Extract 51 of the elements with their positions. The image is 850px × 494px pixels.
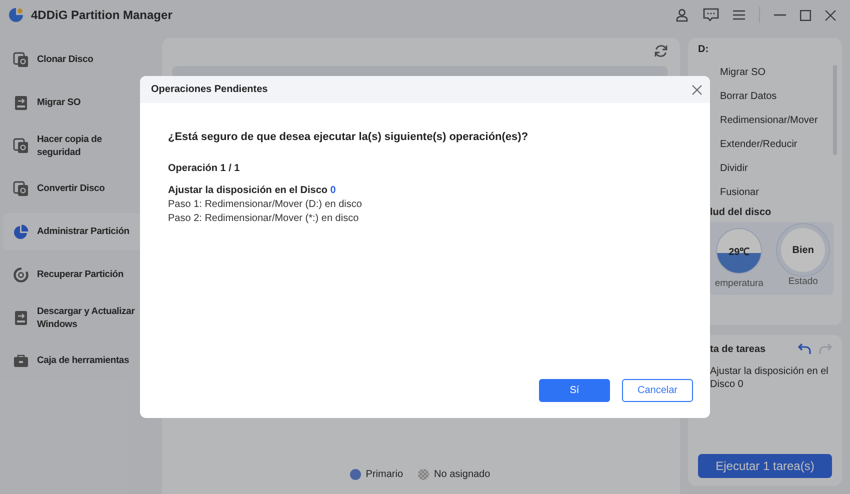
operation-heading: Ajustar la disposición en el Disco 0 bbox=[168, 184, 337, 198]
partition-action[interactable]: Extender/Reducir bbox=[710, 133, 834, 157]
close-icon[interactable] bbox=[692, 84, 702, 94]
partition-action[interactable]: Fusionar bbox=[710, 181, 834, 205]
partition-action[interactable]: Migrar SO bbox=[710, 61, 834, 85]
sidebar-item[interactable]: Caja de herramientas bbox=[3, 342, 160, 379]
app-title: 4DDiG Partition Manager bbox=[31, 8, 172, 22]
drive-icon bbox=[13, 94, 29, 110]
operation-count: Operación 1 / 1 bbox=[168, 163, 241, 174]
status-gauge: Bien bbox=[781, 228, 826, 272]
menu-icon[interactable] bbox=[733, 9, 745, 21]
legend-label: No asignado bbox=[434, 469, 490, 480]
operation-step: Paso 2: Redimensionar/Mover (*:) en disco bbox=[168, 212, 693, 226]
legend-label: Primario bbox=[366, 469, 404, 480]
partition-action[interactable]: Borrar Datos bbox=[710, 85, 834, 109]
sidebar-item[interactable]: Convertir Disco bbox=[3, 170, 160, 207]
chat-icon[interactable] bbox=[703, 8, 719, 22]
recovery-icon bbox=[13, 266, 29, 282]
gauge-label: emperatura bbox=[714, 278, 764, 289]
pie-chart-icon bbox=[13, 224, 29, 240]
task-item: Ajustar la disposición en el Disco 0 bbox=[710, 365, 830, 391]
cancel-button[interactable]: Cancelar bbox=[622, 379, 693, 402]
section-title: ta de tareas bbox=[710, 344, 767, 354]
disk-icon bbox=[13, 138, 29, 154]
partition-action[interactable]: Dividir bbox=[710, 157, 834, 181]
app-logo-icon bbox=[8, 7, 24, 23]
disk-icon bbox=[13, 180, 29, 196]
confirm-button[interactable]: Sí bbox=[539, 379, 610, 402]
temperature-gauge: 29℃ bbox=[716, 228, 762, 274]
unallocated-swatch-icon bbox=[418, 469, 430, 480]
undo-icon[interactable] bbox=[798, 343, 811, 355]
sidebar-item[interactable]: Hacer copia de seguridad bbox=[3, 127, 160, 164]
close-icon[interactable] bbox=[825, 10, 836, 20]
sidebar-item[interactable]: Recuperar Partición bbox=[3, 256, 160, 293]
refresh-icon[interactable] bbox=[654, 44, 668, 58]
sidebar-item[interactable]: Descargar y Actualizar Windows bbox=[3, 299, 160, 336]
toolbox-icon bbox=[13, 352, 29, 368]
gauge-label: Estado bbox=[788, 276, 818, 287]
user-icon[interactable] bbox=[675, 8, 689, 22]
drive-icon bbox=[13, 310, 29, 326]
section-title: lud del disco bbox=[710, 207, 772, 218]
dialog-title: Operaciones Pendientes bbox=[151, 84, 268, 95]
maximize-icon[interactable] bbox=[800, 10, 811, 20]
confirm-question: ¿Está seguro de que desea ejecutar la(s) siguiente(s) operación(es)? bbox=[168, 131, 530, 143]
primary-swatch-icon bbox=[350, 469, 361, 480]
disk-icon bbox=[13, 52, 29, 68]
sidebar-item[interactable]: Clonar Disco bbox=[3, 41, 160, 78]
partition-action[interactable]: Redimensionar/Mover bbox=[710, 109, 834, 133]
operation-step: Paso 1: Redimensionar/Mover (D:) en disco bbox=[168, 198, 693, 212]
drive-label: D: bbox=[698, 44, 710, 55]
run-tasks-button[interactable]: Ejecutar 1 tarea(s) bbox=[698, 454, 832, 478]
